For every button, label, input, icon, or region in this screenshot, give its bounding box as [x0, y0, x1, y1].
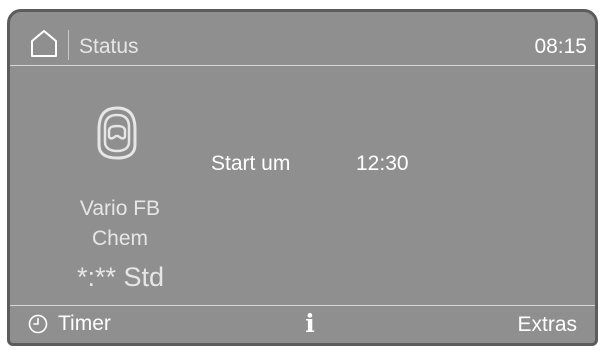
- footer-bar: Timer i Extras: [10, 305, 595, 343]
- start-label: Start um: [211, 152, 291, 175]
- program-name: Vario FB Chem: [55, 194, 185, 254]
- clock-time: 08:15: [534, 35, 587, 58]
- timer-label: Timer: [58, 312, 111, 335]
- display-screen: Status 08:15 Vario FB Chem *:** Std Star…: [7, 9, 598, 346]
- start-time: 12:30: [356, 152, 409, 175]
- header-bar: Status 08:15: [10, 12, 595, 66]
- extras-button[interactable]: Extras: [517, 313, 577, 337]
- home-icon[interactable]: [30, 29, 58, 58]
- page-title: Status: [79, 35, 139, 58]
- program-name-line1: Vario FB: [79, 197, 161, 220]
- clock-icon: [28, 314, 48, 334]
- status-content: Vario FB Chem *:** Std Start um 12:30: [10, 66, 595, 306]
- header-divider: [68, 30, 69, 60]
- timer-button[interactable]: Timer: [28, 311, 111, 337]
- mask-icon: [96, 105, 138, 161]
- program-duration: *:** Std: [77, 262, 165, 292]
- info-button[interactable]: i: [300, 310, 320, 338]
- program-name-line2: Chem: [91, 227, 149, 250]
